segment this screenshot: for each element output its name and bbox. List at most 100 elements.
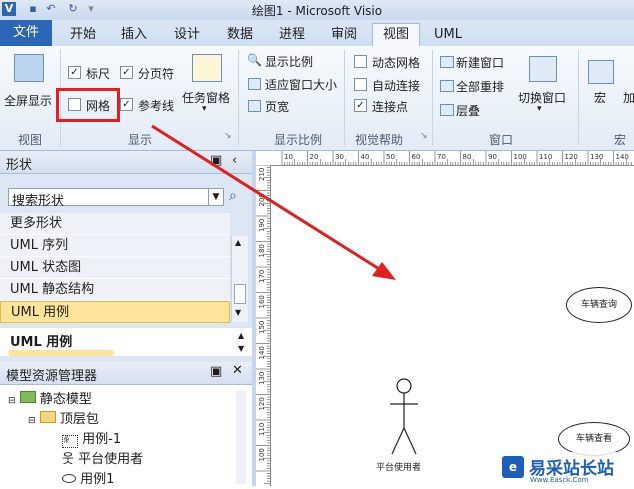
collapse-icon[interactable]: ‹	[232, 153, 237, 168]
tree-node-usecase: 用例1	[62, 468, 114, 487]
ellipse-icon	[62, 474, 76, 483]
tab-review[interactable]: 审阅	[324, 24, 364, 46]
dynamic-grid-checkbox[interactable]	[354, 55, 367, 68]
collapse-minus-icon[interactable]: ⊟	[8, 396, 16, 406]
tab-insert[interactable]: 插入	[114, 24, 154, 46]
ruler-tick-label: 110	[258, 423, 266, 436]
actor-icon: 웃	[62, 452, 74, 467]
ruler-tick-label: 110	[539, 153, 552, 161]
search-input[interactable]: 搜索形状 ▼	[8, 188, 224, 209]
tab-uml[interactable]: UML	[428, 24, 468, 46]
group-label-visual-aids: 视觉帮助	[354, 133, 403, 147]
collapse-minus-icon[interactable]: ⊟	[28, 416, 36, 426]
usecase-ellipse[interactable]: 车辆查询	[566, 287, 632, 323]
tree-node-usecase-diagram: ꆜ 用例-1	[62, 428, 121, 448]
tree-label[interactable]: 用例-1	[82, 432, 121, 447]
search-icon[interactable]: ⌕	[229, 188, 237, 204]
ruler-tick-label: 120	[258, 397, 266, 410]
arrange-all-icon	[440, 80, 454, 92]
pagebreaks-checkbox[interactable]: ✓	[120, 66, 133, 79]
tree-label[interactable]: 平台使用者	[78, 452, 143, 467]
fullscreen-icon[interactable]	[14, 54, 44, 82]
chevron-down-icon[interactable]: ▾	[537, 104, 542, 114]
macro-button[interactable]: 宏	[594, 89, 606, 106]
cascade-icon	[440, 104, 454, 116]
tree-node-static-model: ⊟ 静态模型	[8, 388, 92, 407]
ruler-tick-label: 40	[361, 153, 370, 161]
shape-list-item[interactable]: 更多形状	[0, 213, 230, 235]
close-icon[interactable]: ✕	[232, 363, 243, 378]
shape-list-item[interactable]: UML 序列	[0, 235, 230, 257]
tree-node-top-package: ⊟ 顶层包	[28, 408, 99, 427]
tab-home[interactable]: 开始	[62, 24, 104, 46]
ruler-tick-label: 150	[258, 321, 266, 334]
autoconnect-checkbox[interactable]	[354, 78, 367, 91]
list-scrollbar[interactable]: ▲ ▼	[231, 236, 248, 322]
cascade-button[interactable]: 层叠	[456, 102, 480, 119]
vertical-ruler: 210 200 190 180 170 160 150 140 130 120 110 100	[256, 164, 271, 486]
ruler-tick-label: 180	[258, 244, 266, 257]
group-label-macro: 宏	[613, 133, 626, 147]
ruler-tick-label: 100	[258, 448, 266, 461]
ruler-label: 标尺	[86, 67, 111, 81]
guides-label: 参考线	[138, 99, 175, 113]
shape-list-item[interactable]: UML 静态结构	[0, 279, 230, 301]
zoom-button[interactable]: 显示比例	[265, 53, 313, 70]
ruler-tick-label: 80	[463, 153, 472, 161]
window-title: 绘图1 - Microsoft Visio	[251, 4, 383, 18]
ruler-tick-label: 20	[310, 153, 319, 161]
separator	[344, 50, 345, 146]
switch-window-button[interactable]: 切换窗口	[518, 89, 566, 106]
tab-file[interactable]: 文件	[0, 20, 52, 46]
ruler-tick-label: 10	[284, 153, 293, 161]
tree-scrollbar[interactable]	[236, 390, 246, 484]
ruler-checkbox[interactable]: ✓	[68, 66, 81, 79]
shape-list-item-selected[interactable]: UML 用例	[0, 301, 230, 323]
group-label-window: 窗口	[488, 133, 513, 147]
folder-icon	[19, 391, 36, 403]
connection-points-checkbox[interactable]: ✓	[354, 99, 367, 112]
fullscreen-button[interactable]: 全屏显示	[4, 92, 52, 109]
scroll-down-icon[interactable]: ▼	[238, 344, 244, 353]
chevron-down-icon[interactable]: ▾	[202, 104, 207, 114]
guides-checkbox[interactable]: ✓	[120, 98, 133, 111]
dropdown-arrow-icon[interactable]: ▼	[208, 189, 223, 205]
dialog-launcher-icon[interactable]: ↘	[224, 131, 232, 141]
usecase-label: 车辆查看	[575, 434, 612, 444]
tab-process[interactable]: 进程	[272, 24, 312, 46]
connection-points-label: 连接点	[372, 100, 409, 114]
tree-label[interactable]: 静态模型	[40, 392, 92, 407]
autoconnect-label: 自动连接	[372, 79, 421, 93]
actor-figure[interactable]	[386, 376, 426, 460]
scroll-thumb[interactable]	[234, 284, 246, 304]
tree-label[interactable]: 顶层包	[60, 412, 99, 427]
usecase-ellipse[interactable]: 车辆查看	[558, 422, 630, 456]
new-window-button[interactable]: 新建窗口	[456, 54, 504, 71]
pane-menu-icon[interactable]: ▣	[210, 153, 222, 168]
fit-window-button[interactable]: 适应窗口大小	[265, 76, 337, 93]
addin-button[interactable]: 加	[623, 89, 634, 106]
diagram-icon: ꆜ	[62, 435, 78, 448]
watermark-logo-icon: e	[502, 456, 524, 478]
stencil-title: UML 用例	[10, 335, 73, 350]
arrange-all-button[interactable]: 全部重排	[456, 78, 504, 95]
ruler-tick-label: 30	[335, 153, 344, 161]
group-label-zoom: 显示比例	[273, 133, 322, 147]
stencil-shape[interactable]	[8, 350, 114, 356]
scroll-up-icon[interactable]: ▲	[238, 331, 244, 340]
page-width-button[interactable]: 页宽	[265, 98, 289, 115]
pagebreaks-label: 分页符	[138, 67, 175, 81]
dialog-launcher-icon[interactable]: ↘	[420, 131, 428, 141]
tree-label[interactable]: 用例1	[80, 472, 114, 487]
model-explorer-title: 模型资源管理器	[6, 369, 98, 384]
taskpanes-icon[interactable]	[192, 54, 222, 82]
tab-design[interactable]: 设计	[167, 24, 207, 46]
switch-window-icon[interactable]	[529, 56, 557, 82]
ruler-tick-label: 60	[412, 153, 421, 161]
shape-list-item[interactable]: UML 状态图	[0, 257, 230, 279]
page-width-icon	[248, 100, 261, 112]
tab-data[interactable]: 数据	[220, 24, 260, 46]
tab-view[interactable]: 视图	[372, 23, 420, 47]
macro-icon[interactable]	[588, 60, 614, 84]
pane-menu-icon[interactable]: ▣	[210, 364, 222, 379]
